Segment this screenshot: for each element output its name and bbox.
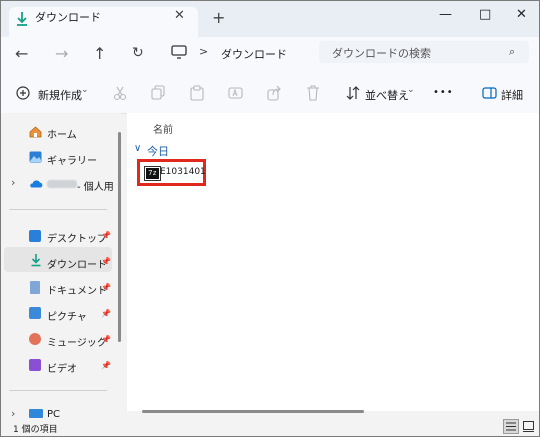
account-name-redacted xyxy=(47,180,77,188)
sidebar-item-documents[interactable]: ドキュメント xyxy=(47,282,107,297)
horizontal-scrollbar[interactable] xyxy=(142,410,364,413)
new-dropdown-icon[interactable]: ⌄ xyxy=(81,85,89,95)
sidebar-scrollbar[interactable] xyxy=(118,132,121,342)
sidebar-item-videos[interactable]: ビデオ xyxy=(47,360,77,375)
home-icon xyxy=(29,126,42,138)
sort-dropdown-icon[interactable]: ⌄ xyxy=(407,85,415,95)
tiles-view-button[interactable] xyxy=(521,419,536,434)
desktop-icon xyxy=(29,230,41,242)
column-header-name[interactable]: 名前 xyxy=(153,121,173,136)
item-count: 1 個の項目 xyxy=(13,425,58,435)
close-tab-icon[interactable]: ✕ xyxy=(174,8,185,23)
details-view-icon xyxy=(506,422,516,431)
share-icon[interactable] xyxy=(267,85,282,101)
new-tab-icon[interactable]: + xyxy=(212,8,225,27)
paste-icon[interactable] xyxy=(190,85,204,101)
details-view-button[interactable] xyxy=(503,419,519,434)
status-bar xyxy=(1,418,539,436)
copy-icon[interactable] xyxy=(151,85,165,101)
group-collapse-icon[interactable]: ∨ xyxy=(134,143,141,154)
new-icon xyxy=(16,86,30,100)
pin-icon: 📌 xyxy=(101,231,111,240)
sidebar-divider xyxy=(9,209,107,210)
forward-icon[interactable]: → xyxy=(55,44,68,63)
more-options-icon[interactable]: ••• xyxy=(433,87,454,98)
sidebar-item-home[interactable]: ホーム xyxy=(47,126,77,141)
minimize-icon[interactable]: — xyxy=(439,7,452,22)
monitor-icon xyxy=(171,45,187,59)
sidebar-item-downloads[interactable]: ダウンロード xyxy=(47,256,107,271)
tiles-view-icon xyxy=(523,421,534,432)
pin-icon: 📌 xyxy=(101,335,111,344)
tab-title: ダウンロード xyxy=(35,11,101,24)
pc-icon xyxy=(29,409,43,418)
sort-button[interactable]: 並べ替え xyxy=(365,87,409,103)
sidebar-item-gallery[interactable]: ギャラリー xyxy=(47,152,97,167)
maximize-icon[interactable]: □ xyxy=(479,7,491,22)
onedrive-cloud-icon xyxy=(30,180,43,188)
videos-icon xyxy=(29,359,41,371)
up-icon[interactable]: ↑ xyxy=(93,44,106,63)
details-pane-icon xyxy=(482,87,497,99)
sidebar-item-music[interactable]: ミュージック xyxy=(47,334,107,349)
pin-icon: 📌 xyxy=(101,361,111,370)
address-separator: > xyxy=(199,45,209,58)
onedrive-expand-icon[interactable]: › xyxy=(11,176,15,189)
gallery-icon xyxy=(29,151,42,163)
search-placeholder: ダウンロードの検索 xyxy=(332,47,431,60)
group-header-today[interactable]: 今日 xyxy=(147,143,169,159)
file-list-pane xyxy=(127,113,539,411)
delete-icon[interactable] xyxy=(306,85,320,101)
sidebar-item-pictures[interactable]: ピクチャ xyxy=(47,308,87,323)
sidebar-item-desktop[interactable]: デスクトップ xyxy=(47,230,107,245)
sidebar-divider xyxy=(9,390,107,391)
search-icon[interactable]: ⌕ xyxy=(509,45,515,59)
download-icon xyxy=(17,12,27,26)
close-window-icon[interactable]: ✕ xyxy=(516,7,527,22)
file-name[interactable]: E1031401 xyxy=(160,167,206,177)
refresh-icon[interactable]: ↻ xyxy=(132,45,144,61)
explorer-window: ダウンロード ✕ + — □ ✕ ← → ↑ ↻ > ダウンロード ダウンロード… xyxy=(0,0,540,437)
cut-icon[interactable] xyxy=(113,85,127,101)
downloads-icon xyxy=(31,254,41,267)
sidebar-item-onedrive[interactable]: - 個人用 xyxy=(77,178,114,193)
documents-icon xyxy=(30,281,40,294)
pin-icon: 📌 xyxy=(101,283,111,292)
pin-icon: 📌 xyxy=(101,257,111,266)
back-icon[interactable]: ← xyxy=(15,44,28,63)
new-button[interactable]: 新規作成 xyxy=(38,87,82,103)
pin-icon: 📌 xyxy=(101,309,111,318)
sort-icon xyxy=(346,86,360,100)
pictures-icon xyxy=(29,307,41,319)
address-location[interactable]: ダウンロード xyxy=(221,46,287,62)
details-button[interactable]: 詳細 xyxy=(501,87,523,103)
archive-file-icon: 7z xyxy=(144,166,161,181)
music-icon xyxy=(29,333,41,345)
rename-icon[interactable] xyxy=(228,85,243,101)
